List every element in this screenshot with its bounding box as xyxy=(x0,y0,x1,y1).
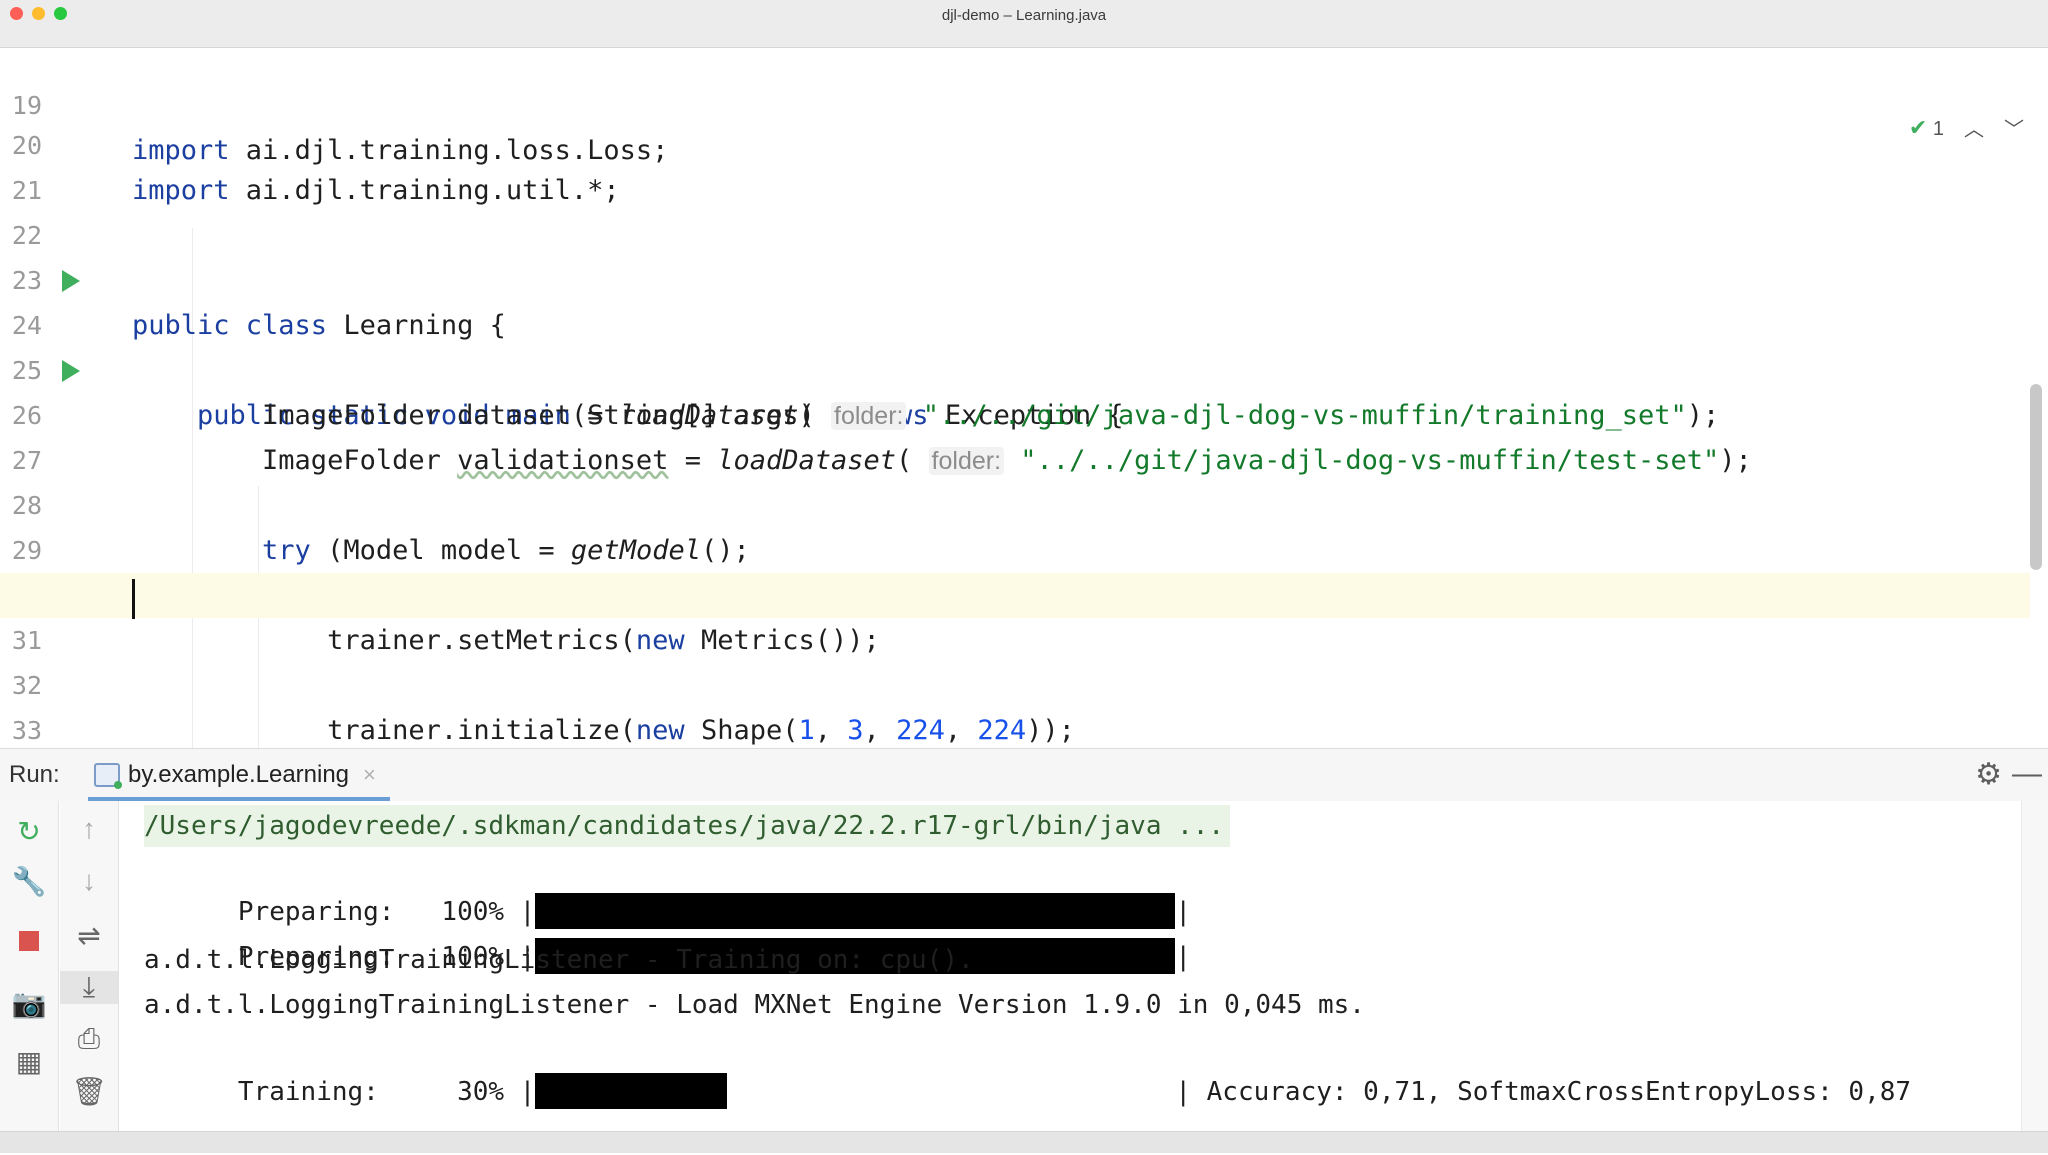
console-line: a.d.t.l.LoggingTrainingListener - Load M… xyxy=(144,990,1365,1020)
code-line[interactable]: 34 EasyTrain.fit(trainer, numEpoch: 1, d… xyxy=(0,708,2030,748)
window-title: djl-demo – Learning.java xyxy=(941,6,1107,24)
run-label: Run: xyxy=(9,761,60,788)
current-code-line[interactable]: 31 xyxy=(0,573,2030,655)
console-line: Training: 30% | | Accuracy: 0,71, Softmax… xyxy=(144,1029,1911,1109)
window-controls xyxy=(10,7,67,20)
stop-icon[interactable] xyxy=(0,921,58,958)
gear-icon[interactable]: ⚙ xyxy=(1975,757,2002,792)
soft-wrap-icon[interactable]: ⇌ xyxy=(60,919,118,952)
tab-run-configuration[interactable]: by.example.Learning × xyxy=(80,749,390,801)
code-editor[interactable]: 19 import ai.djl.training.loss.Loss; 20 … xyxy=(0,48,2048,748)
code-line[interactable]: 28 try (Model model = getModel(); xyxy=(0,438,2030,566)
code-line[interactable]: 22 public class Learning { xyxy=(0,168,2030,341)
code-line[interactable]: 24 public static void main(String[] args… xyxy=(0,258,2030,431)
code-line[interactable]: 20 import ai.djl.training.util.*; xyxy=(0,78,2030,206)
training-stats: | Accuracy: 0,71, SoftmaxCrossEntropyLos… xyxy=(1175,1077,1912,1107)
previous-highlight-icon[interactable]: ︿ xyxy=(1964,113,1984,142)
run-tool-window: ↻ 🔧 📷 ▦ ↑ ↓ ⇌ ⤓ ⎙ 🗑 /Users/jagodevreede/… xyxy=(0,801,2048,1131)
code-line[interactable]: 29 Trainer trainer = model.newTrainer(ge… xyxy=(0,483,2030,611)
text-caret xyxy=(132,579,135,619)
run-toolbar-secondary: ↑ ↓ ⇌ ⤓ ⎙ 🗑 xyxy=(60,801,119,1131)
code-line[interactable]: 23 xyxy=(0,213,2030,295)
code-line[interactable]: 33 xyxy=(0,663,2030,745)
code-line[interactable]: 25 ImageFolder dataset = loadDataset( fo… xyxy=(0,303,2030,431)
wrench-icon[interactable]: 🔧 xyxy=(0,865,58,898)
close-tab-icon[interactable]: × xyxy=(363,762,376,788)
console-scrollbar[interactable] xyxy=(2021,801,2048,1131)
trash-icon[interactable]: 🗑 xyxy=(60,1075,118,1108)
arrow-down-icon[interactable]: ↓ xyxy=(60,865,118,897)
inspection-count: 1 xyxy=(1932,117,1944,140)
rerun-icon[interactable]: ↻ xyxy=(0,815,58,848)
arrow-up-icon[interactable]: ↑ xyxy=(60,813,118,845)
code-line[interactable]: 32 trainer.initialize(new Shape(1, 3, 22… xyxy=(0,618,2030,746)
run-tool-window-header: Run: by.example.Learning × ⚙ — xyxy=(0,748,2048,802)
run-toolbar-primary: ↻ 🔧 📷 ▦ xyxy=(0,801,59,1131)
hide-panel-icon[interactable]: — xyxy=(2012,757,2042,791)
next-highlight-icon[interactable]: ﹀ xyxy=(2004,113,2024,142)
console-line: a.d.t.l.LoggingTrainingListener - Traini… xyxy=(144,945,974,975)
camera-icon[interactable]: 📷 xyxy=(0,987,58,1020)
run-tab-label: by.example.Learning xyxy=(128,761,350,788)
inspection-widget[interactable]: ✔ 1 ︿ ﹀ xyxy=(1909,113,2024,142)
layout-icon[interactable]: ▦ xyxy=(0,1045,58,1078)
zoom-window-button[interactable] xyxy=(54,7,67,20)
editor-scrollbar[interactable] xyxy=(2030,384,2042,570)
minimize-window-button[interactable] xyxy=(32,7,45,20)
progress-end: | xyxy=(1175,942,1191,972)
code-line[interactable]: 27 xyxy=(0,393,2030,475)
progress-bar xyxy=(535,1072,728,1109)
print-icon[interactable]: ⎙ xyxy=(60,1023,118,1056)
console-line: Preparing: 100% | | xyxy=(144,894,1191,974)
code-line[interactable]: 26 ImageFolder validationset = loadDatas… xyxy=(0,348,2030,476)
close-window-button[interactable] xyxy=(10,7,23,20)
title-bar: djl-demo – Learning.java xyxy=(0,0,2048,48)
console-command-line[interactable]: /Users/jagodevreede/.sdkman/candidates/j… xyxy=(144,805,1231,847)
console-output[interactable]: /Users/jagodevreede/.sdkman/candidates/j… xyxy=(122,801,2022,1131)
console-line: Preparing: 100% | | xyxy=(144,849,1191,929)
application-icon xyxy=(94,763,122,789)
check-icon: ✔ xyxy=(1908,114,1928,140)
scroll-to-end-icon[interactable]: ⤓ xyxy=(60,971,118,1004)
status-bar xyxy=(0,1131,2048,1153)
progress-label: Training: 30% | xyxy=(237,1077,536,1107)
code-line[interactable]: 30 trainer.setMetrics(new Metrics()); xyxy=(0,528,2030,656)
code-line[interactable]: 21 xyxy=(0,123,2030,205)
inspection-status[interactable]: ✔ 1 xyxy=(1909,115,1944,141)
